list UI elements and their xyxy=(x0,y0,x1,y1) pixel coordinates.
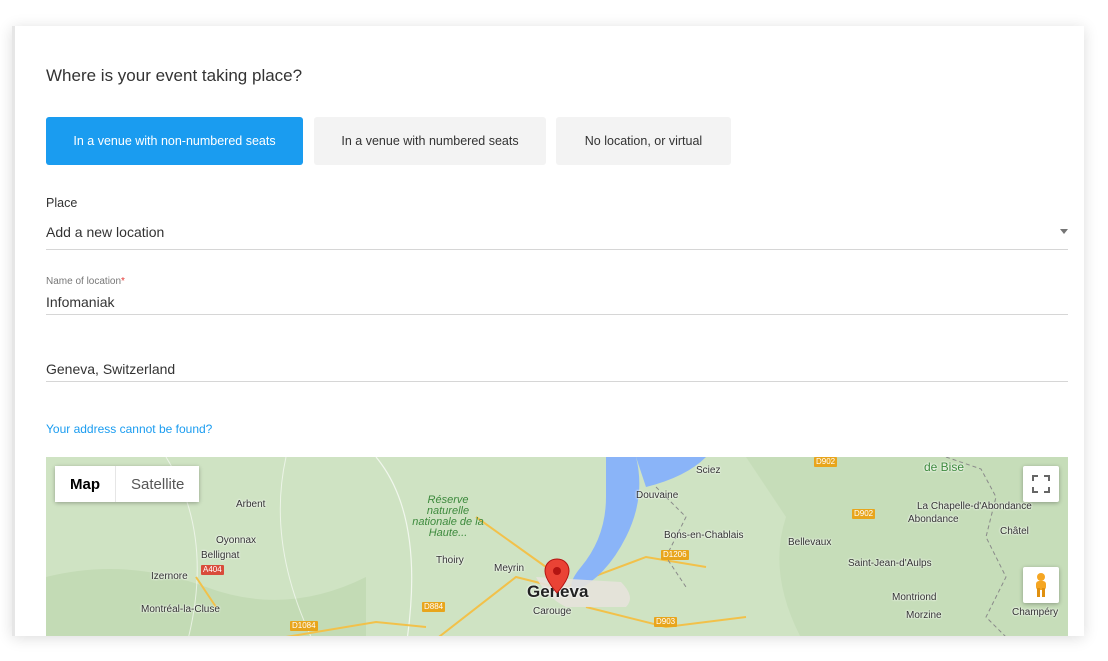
road-shield-d902-north: D902 xyxy=(814,457,838,467)
map-label-chatel: Châtel xyxy=(1000,526,1029,537)
map-label-reserve: Réserve naturelle nationale de la Haute.… xyxy=(412,494,484,539)
place-select[interactable]: Add a new location xyxy=(46,224,1068,250)
required-asterisk: * xyxy=(121,276,125,287)
location-map[interactable]: Map Satellite Arbent Oyonnax Bellignat I… xyxy=(46,457,1068,636)
road-shield-d1206: D1206 xyxy=(661,550,689,560)
map-label-oyonnax: Oyonnax xyxy=(216,535,257,546)
satellite-view-button[interactable]: Satellite xyxy=(116,466,200,502)
road-shield-d903: D903 xyxy=(654,617,678,627)
road-shield-d1084: D1084 xyxy=(290,621,318,631)
map-label-montriond: Montriond xyxy=(892,592,937,603)
map-label-morzine: Morzine xyxy=(906,610,942,621)
name-of-location-input[interactable] xyxy=(46,290,1068,315)
map-label-bellevaux: Bellevaux xyxy=(788,537,832,548)
card-left-border xyxy=(12,26,15,636)
map-label-izernore: Izernore xyxy=(151,571,188,582)
place-label: Place xyxy=(46,196,78,210)
map-label-abondance: Abondance xyxy=(908,514,959,525)
map-label-montreal: Montréal-la-Cluse xyxy=(141,604,220,615)
location-question-heading: Where is your event taking place? xyxy=(46,66,303,85)
map-label-champery: Champéry xyxy=(1012,607,1059,618)
map-label-bons: Bons-en-Chablais xyxy=(664,530,744,541)
map-label-chapelle: La Chapelle-d'Abondance xyxy=(917,501,1032,512)
road-shield-d884: D884 xyxy=(422,602,446,612)
name-of-location-label: Name of location* xyxy=(46,276,125,287)
map-label-bellignat: Bellignat xyxy=(201,550,240,561)
map-type-control: Map Satellite xyxy=(55,466,200,502)
address-input[interactable] xyxy=(46,357,1068,382)
place-select-value: Add a new location xyxy=(46,224,165,240)
non-numbered-seats-button[interactable]: In a venue with non-numbered seats xyxy=(46,117,303,165)
location-pin-icon[interactable] xyxy=(544,558,570,594)
map-label-arbent: Arbent xyxy=(236,499,266,510)
fullscreen-icon xyxy=(1032,475,1050,493)
event-location-card: Where is your event taking place? In a v… xyxy=(12,26,1084,636)
road-shield-d902: D902 xyxy=(852,509,876,519)
name-of-location-label-text: Name of location xyxy=(46,276,122,287)
map-label-sciez: Sciez xyxy=(696,465,721,476)
map-view-button[interactable]: Map xyxy=(55,466,115,502)
dropdown-caret-icon xyxy=(1060,229,1068,234)
pegman-icon xyxy=(1036,573,1046,597)
map-label-meyrin: Meyrin xyxy=(494,563,525,574)
address-not-found-link[interactable]: Your address cannot be found? xyxy=(46,422,212,436)
map-label-douvaine: Douvaine xyxy=(636,490,679,501)
street-view-button[interactable] xyxy=(1023,567,1059,603)
numbered-seats-button[interactable]: In a venue with numbered seats xyxy=(314,117,546,165)
map-label-thoiry: Thoiry xyxy=(436,555,464,566)
no-location-virtual-button[interactable]: No location, or virtual xyxy=(556,117,731,165)
fullscreen-button[interactable] xyxy=(1023,466,1059,502)
map-label-carouge: Carouge xyxy=(533,606,572,617)
road-shield-a404: A404 xyxy=(201,565,224,575)
map-label-saint-jean: Saint-Jean-d'Aulps xyxy=(848,558,932,569)
map-label-de-bise: de Bise xyxy=(924,460,965,474)
